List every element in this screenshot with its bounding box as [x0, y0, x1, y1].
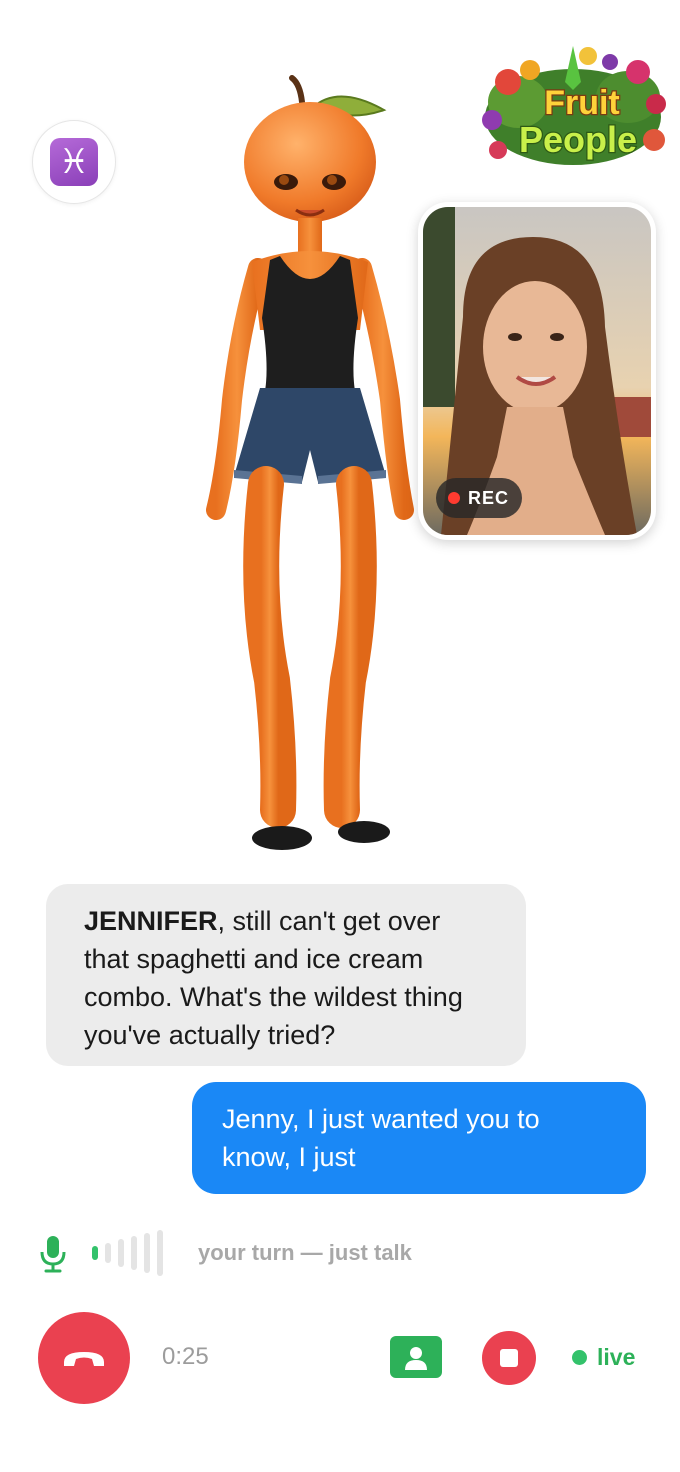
camera-preview[interactable]: REC: [418, 202, 656, 540]
hangup-button[interactable]: [38, 1312, 130, 1404]
audio-level-bar: [92, 1246, 98, 1260]
camera-feed: REC: [423, 207, 651, 535]
stop-recording-button[interactable]: [482, 1331, 536, 1385]
zodiac-badge[interactable]: ♓: [32, 120, 116, 204]
stop-recording-icon: [500, 1349, 518, 1367]
pisces-icon: ♓: [50, 138, 98, 186]
message-bubble-user: Jenny, I just wanted you to know, I just: [192, 1082, 646, 1194]
logo-text-people: People: [519, 119, 637, 160]
contact-card-button[interactable]: [390, 1336, 442, 1378]
turn-status-label: your turn — just talk: [198, 1240, 412, 1265]
message-bubble-ai: JENNIFER, still can't get over that spag…: [46, 884, 526, 1066]
recording-dot-icon: [448, 492, 460, 504]
contact-card-icon: [405, 1347, 427, 1370]
audio-level-meter: [92, 1228, 163, 1278]
live-dot-icon: [572, 1350, 587, 1365]
audio-level-bar: [144, 1233, 150, 1273]
audio-level-bar: [131, 1236, 137, 1270]
audio-level-bar: [118, 1239, 124, 1267]
logo-text-fruit: Fruit: [544, 84, 620, 122]
message-sender-name: JENNIFER: [84, 906, 218, 936]
fruit-people-logo: Fruit People: [478, 42, 668, 172]
peach-character: [200, 70, 430, 870]
live-label: live: [597, 1344, 636, 1370]
audio-level-bar: [105, 1243, 111, 1263]
rec-label: REC: [468, 487, 510, 508]
microphone-icon: [38, 1234, 68, 1274]
audio-level-bar: [157, 1230, 163, 1276]
message-text: Jenny, I just wanted you to know, I just: [222, 1104, 540, 1172]
call-timer: 0:25: [162, 1343, 209, 1370]
phone-hangup-icon: [64, 1352, 104, 1366]
rec-indicator: REC: [436, 478, 523, 518]
live-indicator: live: [572, 1344, 635, 1371]
